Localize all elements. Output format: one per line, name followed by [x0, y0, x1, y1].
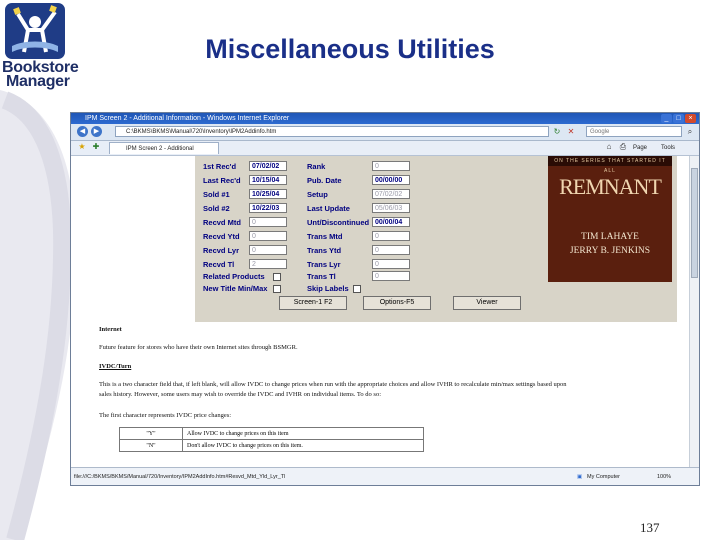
- page-content: 1st Rec'd Last Rec'd Sold #1 Sold #2 Rec…: [71, 156, 689, 467]
- recvd-lyr-field[interactable]: 0: [249, 245, 287, 255]
- forward-icon[interactable]: ▶: [91, 126, 102, 137]
- cover-title: REMNANT: [559, 174, 662, 199]
- label-trans-lyr: Trans Lyr: [307, 260, 341, 269]
- back-icon[interactable]: ◀: [77, 126, 88, 137]
- label-first-recd: 1st Rec'd: [203, 162, 237, 171]
- favorites-star-icon[interactable]: ★: [77, 142, 87, 152]
- recvd-tl-field[interactable]: 2: [249, 259, 287, 269]
- last-recd-field[interactable]: 10/15/04: [249, 175, 287, 185]
- page-number: 137: [640, 520, 660, 535]
- status-zone: My Computer: [587, 474, 621, 480]
- options-button[interactable]: Options-F5: [363, 296, 431, 310]
- table-row: "N" Don't allow IVDC to change prices on…: [119, 439, 424, 452]
- tab-ipm-screen-2[interactable]: IPM Screen 2 - Additional Information: [109, 142, 219, 164]
- rank-field[interactable]: 0: [372, 161, 410, 171]
- print-icon[interactable]: ⎙: [618, 142, 628, 152]
- cover-author-2: JERRY B. JENKINS: [569, 246, 651, 256]
- computer-icon: ▣: [577, 474, 583, 480]
- label-trans-ytd: Trans Ytd: [307, 246, 342, 255]
- stop-icon[interactable]: ✕: [566, 127, 576, 137]
- bookstore-logo-icon: [5, 3, 65, 59]
- recvd-ytd-field[interactable]: 0: [249, 231, 287, 241]
- book-cover-image: ON THE SERIES THAT STARTED IT ALL REMNAN…: [548, 156, 672, 282]
- label-last-update: Last Update: [307, 204, 350, 213]
- description-cell: Don't allow IVDC to change prices on thi…: [182, 439, 424, 452]
- status-path: file:///C:/BKMS/BKMS/Manual/720/Inventor…: [74, 474, 286, 480]
- label-skip-labels: Skip Labels: [307, 284, 349, 293]
- label-sold-2: Sold #2: [203, 204, 230, 213]
- internet-heading: Internet: [99, 326, 122, 333]
- label-unt-discontinued: Unt/Discontinued: [307, 218, 370, 227]
- viewer-button[interactable]: Viewer: [453, 296, 521, 310]
- ivdc-code-table: "Y" Allow IVDC to change prices on this …: [119, 427, 424, 452]
- label-new-title-minmax: New Title Min/Max: [203, 284, 268, 293]
- tab-bar: ★ ✚ IPM Screen 2 - Additional Informatio…: [71, 141, 699, 164]
- unt-discontinued-field[interactable]: 00/00/04: [372, 217, 410, 227]
- label-last-recd: Last Rec'd: [203, 176, 241, 185]
- first-character-text: The first character represents IVDC pric…: [99, 412, 232, 419]
- label-recvd-ytd: Recvd Ytd: [203, 232, 240, 241]
- internet-description: Future feature for stores who have their…: [99, 344, 298, 351]
- status-bar: file:///C:/BKMS/BKMS/Manual/720/Inventor…: [71, 467, 699, 485]
- scrollbar-thumb[interactable]: [691, 168, 698, 278]
- label-trans-tl: Trans Tl: [307, 272, 336, 281]
- description-cell: Allow IVDC to change prices on this item: [182, 427, 424, 440]
- label-trans-mtd: Trans Mtd: [307, 232, 343, 241]
- browser-window: IPM Screen 2 - Additional Information - …: [70, 112, 700, 486]
- minimize-button[interactable]: _: [661, 114, 672, 123]
- label-recvd-lyr: Recvd Lyr: [203, 246, 239, 255]
- related-products-checkbox[interactable]: [273, 273, 281, 281]
- skip-labels-checkbox[interactable]: [353, 285, 361, 293]
- page-menu[interactable]: Page: [633, 142, 647, 154]
- logo-text-manager: Manager: [6, 73, 70, 90]
- search-icon[interactable]: ⌕: [685, 127, 695, 137]
- trans-lyr-field[interactable]: 0: [372, 259, 410, 269]
- close-button[interactable]: ×: [685, 114, 696, 123]
- slide-title: Miscellaneous Utilities: [205, 34, 495, 64]
- label-related-products: Related Products: [203, 272, 265, 281]
- first-recd-field[interactable]: 07/02/02: [249, 161, 287, 171]
- trans-ytd-field[interactable]: 0: [372, 245, 410, 255]
- ipm-form-panel: 1st Rec'd Last Rec'd Sold #1 Sold #2 Rec…: [195, 156, 677, 322]
- ivdc-text-line-2: sales history. However, some users may w…: [99, 391, 381, 398]
- zoom-level[interactable]: 100%: [657, 468, 671, 485]
- window-title: IPM Screen 2 - Additional Information - …: [85, 115, 290, 122]
- search-input[interactable]: Google: [586, 126, 682, 137]
- home-icon[interactable]: ⌂: [604, 142, 614, 152]
- label-recvd-mtd: Recvd Mtd: [203, 218, 241, 227]
- setup-field[interactable]: 07/02/02: [372, 189, 410, 199]
- last-update-field[interactable]: 05/06/03: [372, 203, 410, 213]
- sold-2-field[interactable]: 10/22/03: [249, 203, 287, 213]
- label-sold-1: Sold #1: [203, 190, 230, 199]
- ivdc-text-line-1: This is a two character field that, if l…: [99, 381, 567, 388]
- maximize-button[interactable]: □: [673, 114, 684, 123]
- vertical-scrollbar[interactable]: [689, 156, 699, 467]
- recvd-mtd-field[interactable]: 0: [249, 217, 287, 227]
- cover-series-text: ON THE SERIES THAT STARTED IT ALL: [548, 156, 672, 174]
- code-cell: "Y": [119, 427, 183, 440]
- trans-tl-field[interactable]: 0: [372, 271, 410, 281]
- screen-1-button[interactable]: Screen-1 F2: [279, 296, 347, 310]
- label-recvd-tl: Recvd Tl: [203, 260, 235, 269]
- code-cell: "N": [119, 439, 183, 452]
- browser-titlebar: IPM Screen 2 - Additional Information - …: [71, 113, 699, 124]
- label-setup: Setup: [307, 190, 328, 199]
- label-pub-date: Pub. Date: [307, 176, 342, 185]
- tools-menu[interactable]: Tools: [661, 142, 675, 154]
- trans-mtd-field[interactable]: 0: [372, 231, 410, 241]
- sold-1-field[interactable]: 10/25/04: [249, 189, 287, 199]
- add-favorite-icon[interactable]: ✚: [91, 142, 101, 152]
- navigation-bar: ◀ ▶ C:\BKMS\BKMS\Manual\720\Inventory\IP…: [71, 124, 699, 141]
- ivdc-heading: IVDC/Turn: [99, 363, 132, 370]
- pub-date-field[interactable]: 00/00/00: [372, 175, 410, 185]
- table-row: "Y" Allow IVDC to change prices on this …: [119, 427, 424, 440]
- cover-author-1: TIM LAHAYE: [581, 232, 639, 242]
- label-rank: Rank: [307, 162, 326, 171]
- refresh-icon[interactable]: ↻: [552, 127, 562, 137]
- address-bar[interactable]: C:\BKMS\BKMS\Manual\720\Inventory\IPM2Ad…: [115, 126, 549, 137]
- new-title-minmax-checkbox[interactable]: [273, 285, 281, 293]
